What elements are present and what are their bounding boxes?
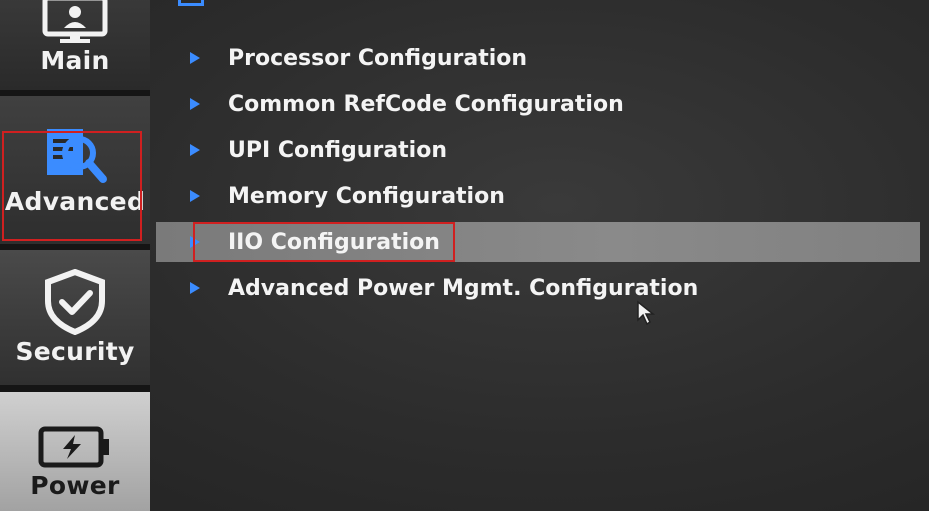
sidebar-item-label: Main (40, 45, 110, 75)
sidebar-item-label: Security (15, 337, 135, 366)
menu-item-common-refcode-configuration[interactable]: Common RefCode Configuration (156, 84, 920, 124)
submenu-arrow-icon (190, 282, 200, 294)
sidebar-item-security[interactable]: Security (0, 250, 150, 385)
menu-item-label: Processor Configuration (228, 45, 528, 71)
sidebar-item-advanced[interactable]: Advanced (0, 96, 150, 244)
menu-item-iio-configuration[interactable]: IIO Configuration (156, 222, 920, 262)
menu-item-label: UPI Configuration (228, 137, 448, 163)
magnifier-document-icon (47, 128, 107, 183)
menu-item-advanced-power-mgmt-configuration[interactable]: Advanced Power Mgmt. Configuration (156, 268, 920, 308)
menu-item-label: IIO Configuration (228, 229, 440, 255)
submenu-arrow-icon (190, 236, 200, 248)
menu-item-memory-configuration[interactable]: Memory Configuration (156, 176, 920, 216)
menu-item-label: Advanced Power Mgmt. Configuration (228, 275, 699, 301)
submenu-arrow-icon (190, 190, 200, 202)
sidebar-item-label: Power (30, 470, 120, 500)
sidebar-item-main[interactable]: Main (0, 0, 150, 90)
submenu-arrow-icon (190, 98, 200, 110)
submenu-arrow-icon (190, 144, 200, 156)
sidebar-item-power[interactable]: Power (0, 392, 150, 511)
menu-item-label: Common RefCode Configuration (228, 91, 624, 117)
main-menu: Processor Configuration Common RefCode C… (150, 0, 929, 511)
bios-screen: Main Advanced Security Power Processor C… (0, 0, 929, 511)
submenu-arrow-icon (190, 52, 200, 64)
monitor-icon (42, 0, 108, 43)
shield-check-icon (45, 269, 105, 335)
sidebar-item-label: Advanced (4, 186, 146, 216)
battery-icon (38, 426, 109, 467)
menu-item-label: Memory Configuration (228, 183, 505, 209)
mouse-cursor-icon (637, 300, 656, 326)
menu-item-processor-configuration[interactable]: Processor Configuration (156, 38, 920, 78)
menu-item-upi-configuration[interactable]: UPI Configuration (156, 130, 920, 170)
sidebar: Main Advanced Security Power (0, 0, 150, 511)
